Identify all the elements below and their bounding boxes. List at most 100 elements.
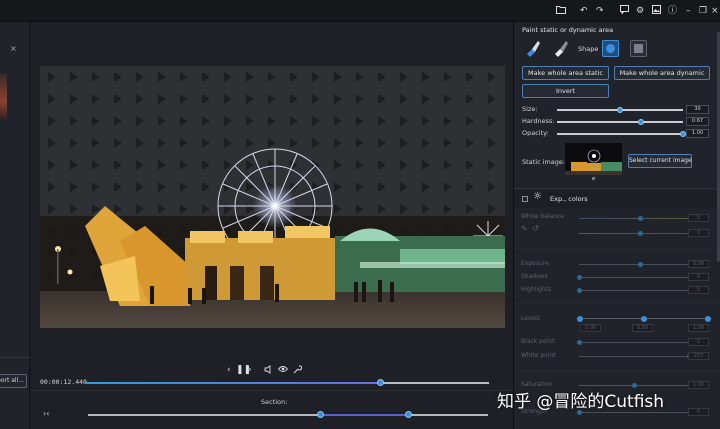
invert-button[interactable]: Invert	[522, 84, 609, 98]
hardness-label: Hardness:	[522, 117, 555, 125]
saturation-value[interactable]: 1.00	[688, 381, 709, 389]
levels-value-mid[interactable]: 0.50	[632, 324, 653, 332]
section-end-handle[interactable]	[405, 411, 412, 418]
playhead-handle[interactable]	[376, 379, 384, 386]
hardness-slider[interactable]	[557, 119, 683, 125]
exposure-handle[interactable]	[637, 262, 643, 267]
black-point-slider[interactable]	[577, 340, 689, 345]
levels-label: Levels	[521, 315, 540, 322]
section-range	[320, 414, 408, 416]
white-balance-slider-2[interactable]	[579, 231, 689, 236]
make-dynamic-button[interactable]: Make whole area dynamic	[614, 66, 710, 80]
black-point-value[interactable]: 0	[688, 338, 709, 346]
close-icon[interactable]: ×	[10, 44, 17, 53]
opacity-slider[interactable]	[557, 131, 686, 137]
wb-handle-2[interactable]	[637, 231, 643, 236]
video-preview[interactable]	[40, 66, 505, 328]
saturation-slider[interactable]	[579, 383, 689, 388]
next-frame-icon[interactable]: ›	[248, 365, 252, 375]
title-bar: ↶ ↷ ⚙ ⓘ – ❐ ×	[0, 0, 720, 22]
divider	[514, 302, 720, 303]
watermark-text: 知乎 @冒险的Cutfish	[497, 392, 665, 412]
shadows-handle[interactable]	[577, 275, 582, 280]
eraser-brush-icon[interactable]	[552, 39, 570, 57]
undo-icon[interactable]: ↶	[580, 5, 588, 17]
levels-white-handle[interactable]	[705, 316, 711, 322]
image-icon[interactable]	[652, 5, 661, 18]
shape-label: Shape	[578, 45, 599, 53]
shadows-value[interactable]: 0	[688, 273, 709, 281]
redo-icon[interactable]: ↷	[596, 5, 604, 17]
white-balance-slider-1[interactable]	[579, 216, 689, 221]
divider	[514, 249, 720, 250]
left-panel: × port all...	[0, 22, 30, 429]
preview-area: ‹ ❚❚ › 00:00:12.440 Section: ›‹	[31, 22, 513, 429]
circle-shape-button[interactable]	[602, 40, 619, 57]
section-start-handle[interactable]	[317, 411, 324, 418]
section-nav-icon[interactable]: ›‹	[43, 409, 49, 418]
divider	[31, 390, 513, 391]
make-static-button[interactable]: Make whole area static	[522, 66, 609, 80]
white-point-slider[interactable]	[579, 354, 692, 359]
strength-slider[interactable]	[577, 410, 689, 415]
white-point-value[interactable]: 255	[688, 352, 709, 360]
folder-icon[interactable]	[556, 5, 566, 18]
exp-colors-header[interactable]	[514, 190, 720, 208]
levels-slider[interactable]	[577, 316, 711, 322]
exp-colors-checkbox[interactable]	[522, 196, 528, 202]
export-all-button[interactable]: port all...	[0, 374, 27, 388]
black-point-handle[interactable]	[577, 340, 582, 345]
white-balance-label: White balance	[521, 213, 564, 220]
wb-value-1[interactable]: 0	[688, 214, 709, 222]
static-image-caption: ø	[592, 176, 596, 182]
settings-icon[interactable]: ⚙	[636, 5, 644, 17]
eye-icon[interactable]	[277, 365, 289, 376]
wb-handle-1[interactable]	[637, 216, 643, 221]
strength-value[interactable]: 0	[688, 408, 709, 416]
exposure-slider[interactable]	[579, 262, 689, 267]
exp-colors-title: Exp., colors	[550, 195, 588, 203]
exposure-value[interactable]: 0.00	[688, 260, 709, 268]
size-value[interactable]: 30	[686, 105, 709, 114]
prev-frame-icon[interactable]: ‹	[227, 365, 231, 375]
size-slider[interactable]	[557, 107, 683, 113]
timeline-slider[interactable]	[85, 379, 489, 386]
highlights-slider[interactable]	[577, 288, 689, 293]
wb-value-2[interactable]: 0	[688, 229, 709, 237]
eyedropper-icon[interactable]: ✎	[521, 224, 528, 233]
levels-black-handle[interactable]	[577, 316, 583, 322]
shadows-label: Shadows	[521, 273, 548, 280]
shadows-slider[interactable]	[577, 275, 689, 280]
paint-brush-icon[interactable]	[524, 39, 542, 57]
circle-icon	[606, 44, 615, 53]
hardness-handle[interactable]	[638, 119, 645, 125]
highlights-handle[interactable]	[577, 288, 582, 293]
highlights-label: Highlights	[521, 286, 552, 293]
feedback-icon[interactable]	[620, 5, 629, 18]
panel-title: Paint static or dynamic area	[522, 26, 614, 34]
divider	[514, 370, 720, 371]
levels-value-white[interactable]: 1.00	[688, 324, 709, 332]
restore-icon[interactable]: ❐	[699, 5, 707, 17]
size-handle[interactable]	[617, 107, 623, 113]
clip-thumbnail[interactable]	[0, 74, 7, 120]
minimize-icon[interactable]: –	[686, 5, 691, 17]
hardness-value[interactable]: 0.67	[686, 117, 709, 126]
reset-icon[interactable]: ↺	[532, 224, 539, 233]
volume-icon[interactable]	[264, 365, 273, 377]
properties-panel: Paint static or dynamic area Shape Make …	[513, 22, 720, 429]
highlights-value[interactable]: 0	[688, 286, 709, 294]
opacity-value[interactable]: 1.00	[686, 129, 709, 138]
exposure-label: Exposure	[521, 260, 549, 267]
section-label: Section:	[261, 398, 288, 406]
square-shape-button[interactable]	[630, 40, 647, 57]
section-slider[interactable]	[88, 411, 488, 418]
wrench-icon[interactable]	[293, 365, 303, 377]
info-icon[interactable]: ⓘ	[668, 5, 677, 17]
levels-value-black[interactable]: 0.00	[580, 324, 601, 332]
divider	[0, 357, 30, 358]
close-icon[interactable]: ×	[711, 5, 719, 17]
sun-icon: ☼	[533, 191, 542, 202]
levels-mid-handle[interactable]	[641, 316, 647, 322]
select-current-image-button[interactable]: Select current image	[628, 154, 692, 168]
